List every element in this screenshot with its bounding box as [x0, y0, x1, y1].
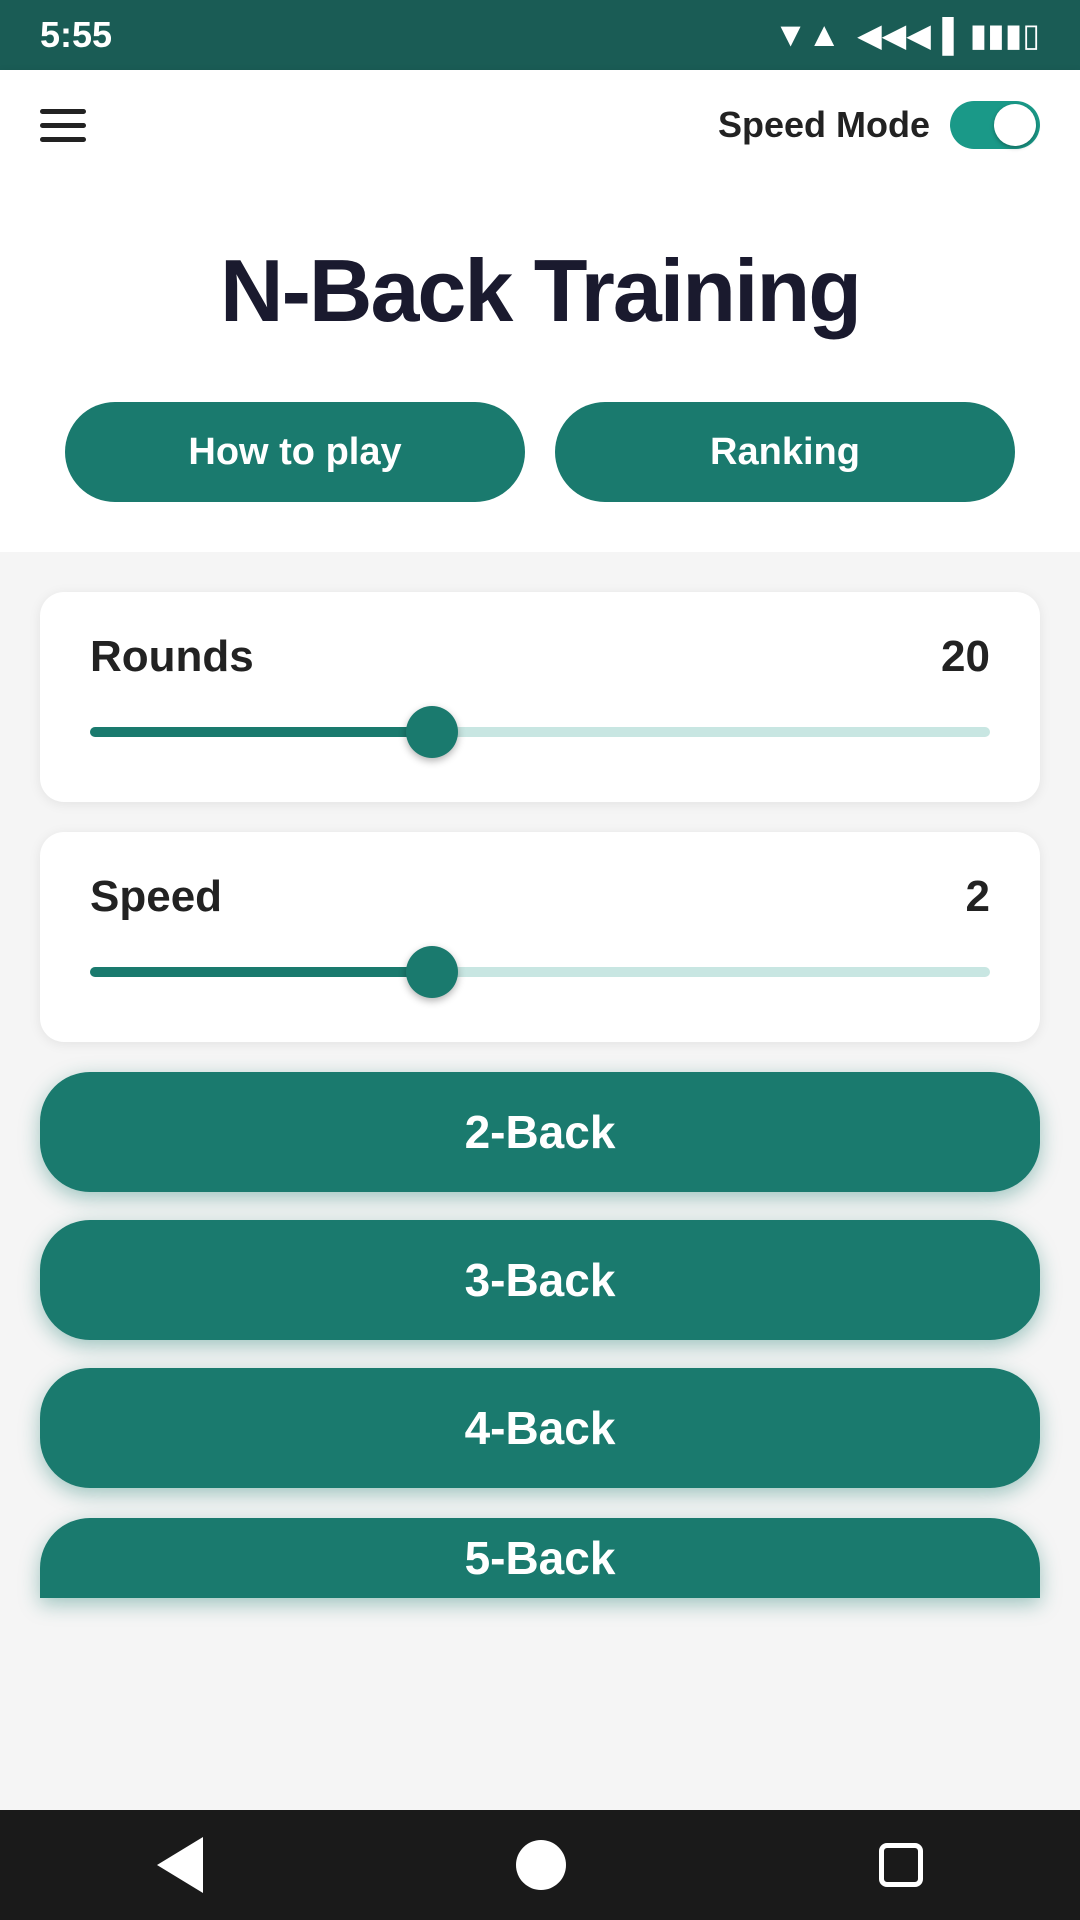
rounds-card: Rounds 20	[40, 592, 1040, 802]
main-content: Rounds 20 Speed 2 2-Bac	[0, 572, 1080, 1618]
rounds-tick-2	[778, 727, 788, 737]
five-back-button-partial[interactable]: 5-Back	[40, 1518, 1040, 1598]
rounds-label: Rounds	[90, 632, 254, 682]
home-icon	[516, 1840, 566, 1890]
nav-home-button[interactable]	[516, 1840, 566, 1890]
toggle-knob	[994, 104, 1036, 146]
speed-label: Speed	[90, 872, 222, 922]
app-bar: Speed Mode	[0, 70, 1080, 180]
hero-buttons: How to play Ranking	[40, 402, 1040, 502]
speed-card: Speed 2	[40, 832, 1040, 1042]
wifi-icon: ▼▲	[774, 16, 841, 55]
nav-bar	[0, 1810, 1080, 1920]
ranking-button[interactable]: Ranking	[555, 402, 1015, 502]
status-icons: ▼▲ ◀◀◀▐ ▮▮▮▯	[774, 16, 1040, 55]
rounds-header: Rounds 20	[90, 632, 990, 682]
speed-mode-container: Speed Mode	[718, 101, 1040, 149]
back-icon	[157, 1837, 203, 1893]
speed-thumb[interactable]	[406, 946, 458, 998]
status-bar: 5:55 ▼▲ ◀◀◀▐ ▮▮▮▯	[0, 0, 1080, 70]
speed-slider[interactable]	[90, 952, 990, 992]
nav-recent-button[interactable]	[879, 1843, 923, 1887]
game-buttons: 2-Back 3-Back 4-Back	[40, 1072, 1040, 1488]
speed-value: 2	[966, 872, 990, 922]
rounds-fill	[90, 727, 432, 737]
signal-icon: ◀◀◀▐	[857, 16, 954, 54]
rounds-thumb[interactable]	[406, 706, 458, 758]
rounds-slider[interactable]	[90, 712, 990, 752]
speed-tick-1	[580, 967, 590, 977]
hero-section: N-Back Training How to play Ranking	[0, 180, 1080, 552]
rounds-value: 20	[941, 632, 990, 682]
speed-mode-toggle[interactable]	[950, 101, 1040, 149]
speed-mode-label: Speed Mode	[718, 104, 930, 146]
battery-icon: ▮▮▮▯	[970, 16, 1040, 54]
app-title: N-Back Training	[40, 240, 1040, 342]
nav-back-button[interactable]	[157, 1837, 203, 1893]
speed-header: Speed 2	[90, 872, 990, 922]
how-to-play-button[interactable]: How to play	[65, 402, 525, 502]
speed-tick-2	[778, 967, 788, 977]
menu-button[interactable]	[40, 109, 86, 142]
four-back-button[interactable]: 4-Back	[40, 1368, 1040, 1488]
rounds-track	[90, 727, 990, 737]
speed-track	[90, 967, 990, 977]
recent-icon	[879, 1843, 923, 1887]
speed-fill	[90, 967, 432, 977]
two-back-button[interactable]: 2-Back	[40, 1072, 1040, 1192]
three-back-button[interactable]: 3-Back	[40, 1220, 1040, 1340]
status-time: 5:55	[40, 14, 112, 56]
rounds-tick-1	[580, 727, 590, 737]
